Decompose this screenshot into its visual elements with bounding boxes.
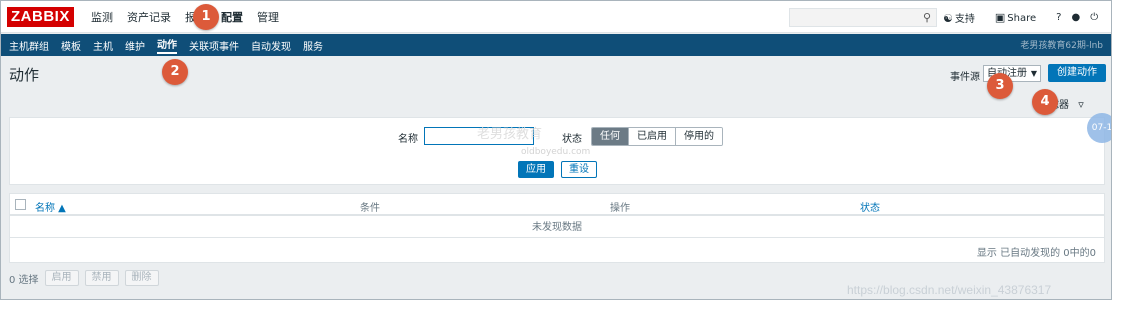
share-icon: ▣	[994, 10, 1006, 24]
watermark-logo: 老男孩教育	[477, 127, 543, 142]
global-search-input[interactable]: ⚲	[789, 8, 937, 27]
status-disabled[interactable]: 停用的	[676, 128, 722, 145]
page-title: 动作	[9, 66, 40, 84]
submenu-hosts[interactable]: 主机	[93, 38, 113, 53]
select-all-checkbox[interactable]	[15, 199, 26, 210]
top-bar: ZABBIX 监测 资产记录 报告 配置 管理 ⚲ ☯支持 ▣Share ? ●…	[1, 1, 1111, 33]
power-icon[interactable]: ⏻	[1090, 12, 1098, 23]
step-marker-4: 4	[1032, 89, 1058, 115]
help-link[interactable]: ?	[1056, 12, 1061, 23]
bulk-actions: 0 选择 启用 禁用 删除	[9, 270, 165, 286]
submenu-services[interactable]: 服务	[303, 38, 323, 53]
share-link[interactable]: ▣ Share	[995, 11, 1046, 24]
column-operations: 操作	[610, 203, 630, 214]
empty-table-message: 未发现数据	[10, 218, 1104, 238]
submenu-actions[interactable]: 动作	[157, 36, 177, 54]
submenu-discovery[interactable]: 自动发现	[251, 38, 291, 53]
menu-administration[interactable]: 管理	[257, 9, 279, 25]
menu-configuration[interactable]: 配置	[221, 9, 243, 25]
column-conditions: 条件	[360, 203, 380, 214]
menu-monitoring[interactable]: 监测	[91, 9, 113, 25]
status-any[interactable]: 任何	[592, 128, 629, 145]
chevron-down-icon: ▼	[1030, 69, 1037, 78]
headset-icon: ☯	[943, 11, 953, 25]
create-action-button[interactable]: 创建动作	[1048, 64, 1106, 82]
submenu-correlation[interactable]: 关联项事件	[189, 38, 239, 53]
column-status-sort[interactable]: 状态	[860, 199, 880, 214]
filter-status-label: 状态	[562, 134, 582, 145]
filter-status-toggle: 任何 已启用 停用的	[591, 127, 723, 146]
enable-button[interactable]: 启用	[44, 270, 79, 286]
disable-button[interactable]: 禁用	[84, 270, 119, 286]
sub-menu: 主机群组 模板 主机 维护 动作 关联项事件 自动发现 服务 老男孩教育62期-…	[1, 34, 1111, 56]
selected-count: 0 选择	[9, 274, 39, 286]
current-user: 老男孩教育62期-lnb	[1020, 41, 1103, 51]
support-link[interactable]: ☯ 支持	[943, 10, 985, 25]
table-summary: 显示 已自动发现的 0中的0	[976, 248, 1096, 259]
step-marker-2: 2	[162, 59, 188, 85]
reset-button[interactable]: 重设	[561, 161, 597, 178]
user-icon[interactable]: ●	[1071, 12, 1080, 23]
submenu-maintenance[interactable]: 维护	[125, 38, 145, 53]
delete-button[interactable]: 删除	[124, 270, 159, 286]
event-source-label: 事件源	[950, 72, 980, 83]
watermark-url: oldboyedu.com	[521, 147, 591, 157]
column-name-sort[interactable]: 名称 ▲	[35, 199, 66, 214]
actions-table: 名称 ▲ 条件 操作 状态 未发现数据 显示 已自动发现的 0中的0	[9, 193, 1105, 263]
step-marker-3: 3	[987, 73, 1013, 99]
search-icon[interactable]: ⚲	[923, 11, 931, 24]
funnel-icon: ▿	[1078, 98, 1084, 111]
zabbix-window: ZABBIX 监测 资产记录 报告 配置 管理 ⚲ ☯支持 ▣Share ? ●…	[0, 0, 1112, 300]
table-header: 名称 ▲ 条件 操作 状态	[10, 194, 1104, 216]
zabbix-logo[interactable]: ZABBIX	[7, 7, 74, 27]
main-menu: 监测 资产记录 报告 配置 管理	[91, 1, 293, 33]
submenu-host-groups[interactable]: 主机群组	[9, 38, 49, 53]
floating-badge[interactable]: 07-1	[1087, 113, 1111, 143]
submenu-templates[interactable]: 模板	[61, 38, 81, 53]
apply-button[interactable]: 应用	[518, 161, 554, 178]
top-links: ☯ 支持 ▣ Share ? ● ⏻	[943, 1, 1108, 33]
step-marker-1: 1	[193, 4, 219, 30]
status-enabled[interactable]: 已启用	[629, 128, 676, 145]
menu-inventory[interactable]: 资产记录	[127, 9, 171, 25]
source-credit: https://blog.csdn.net/weixin_43876317	[847, 283, 1052, 297]
filter-name-label: 名称	[398, 134, 418, 145]
